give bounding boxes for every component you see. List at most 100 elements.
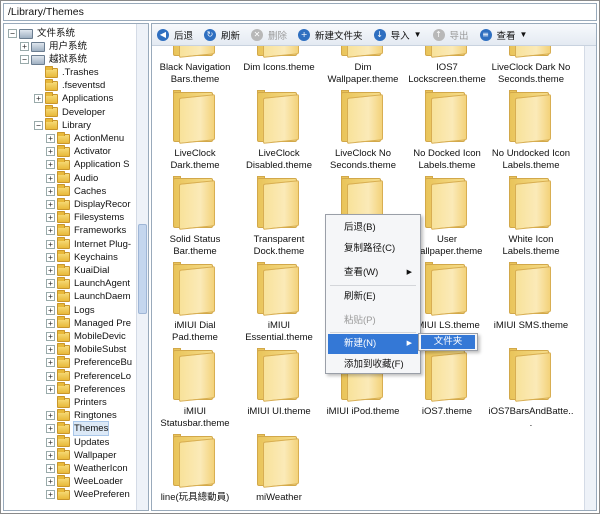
expand-icon[interactable]: + — [46, 345, 55, 355]
menu-back[interactable]: 后退(B) — [328, 218, 418, 238]
tree-jailbreak-system[interactable]: − 越狱系统 — [20, 53, 87, 66]
menu-new[interactable]: 新建(N) ▶ — [328, 334, 418, 354]
expand-icon[interactable]: + — [20, 42, 29, 51]
expand-icon[interactable]: + — [46, 384, 55, 394]
tree-item[interactable]: + WeeLoader — [46, 474, 123, 488]
folder-item[interactable]: line(玩具總動員) — [152, 432, 238, 504]
tree-item[interactable]: − Library — [34, 118, 91, 132]
folder-item[interactable]: LiveClock Dark No Seconds.theme — [488, 46, 574, 86]
folder-item[interactable]: iOS7BarsAndBatte... — [488, 346, 574, 430]
delete-button[interactable]: ✕ 删除 — [248, 25, 295, 45]
expand-icon[interactable]: + — [46, 134, 55, 143]
expand-icon[interactable]: + — [46, 252, 55, 262]
refresh-button[interactable]: ↻ 刷新 — [201, 25, 248, 45]
tree-item[interactable]: + LaunchAgent — [46, 276, 130, 290]
expand-icon[interactable]: + — [46, 239, 55, 249]
tree-item[interactable]: + MobileDevic — [46, 329, 126, 343]
folder-item[interactable]: LiveClock No Seconds.theme — [320, 88, 406, 172]
folder-item[interactable]: Black Navigation Bars.theme — [152, 46, 238, 86]
expand-icon[interactable]: + — [46, 318, 55, 328]
tree-item[interactable]: .fseventsd — [34, 78, 105, 92]
expand-icon[interactable]: + — [46, 279, 55, 289]
expand-icon[interactable]: + — [46, 147, 55, 157]
expand-icon[interactable]: + — [34, 94, 43, 104]
tree-item[interactable]: + Ringtones — [46, 408, 117, 422]
folder-item[interactable]: No Undocked Icon Labels.theme — [488, 88, 574, 172]
folder-item[interactable]: White Icon Labels.theme — [488, 174, 574, 258]
tree-item[interactable]: + Themes — [46, 421, 110, 437]
tree-item[interactable]: + Applications — [34, 91, 113, 105]
expand-icon[interactable]: + — [46, 490, 55, 500]
folder-item[interactable]: No Docked Icon Labels.theme — [404, 88, 490, 172]
view-button[interactable]: ≡ 查看 ▼ — [477, 25, 536, 45]
tree-item[interactable]: + WeatherIcon — [46, 461, 128, 475]
tree-item[interactable]: + Audio — [46, 171, 98, 185]
tree-scrollbar-thumb[interactable] — [138, 224, 147, 314]
tree-scrollbar[interactable] — [136, 24, 148, 510]
tree-item[interactable]: + Filesystems — [46, 210, 124, 224]
menu-paste[interactable]: 粘贴(P) — [328, 311, 418, 331]
tree-item[interactable]: .Trashes — [34, 65, 99, 79]
tree-item[interactable]: Developer — [34, 105, 105, 119]
expand-icon[interactable]: + — [46, 424, 55, 434]
expand-icon[interactable]: + — [46, 226, 55, 236]
menu-refresh[interactable]: 刷新(E) — [328, 287, 418, 307]
tree-item[interactable]: + Managed Pre — [46, 316, 131, 330]
expand-icon[interactable]: + — [46, 464, 55, 473]
folder-item[interactable]: Transparent Dock.theme — [236, 174, 322, 258]
tree-item[interactable]: + LaunchDaem — [46, 289, 131, 303]
expand-icon[interactable]: + — [46, 305, 55, 315]
tree-item[interactable]: + Activator — [46, 144, 111, 158]
folder-item[interactable]: LiveClock Disabled.theme — [236, 88, 322, 172]
tree-item[interactable]: + Caches — [46, 184, 106, 198]
expand-icon[interactable]: + — [46, 160, 55, 170]
tree-item[interactable]: + Logs — [46, 303, 95, 317]
tree-item[interactable]: + DisplayRecor — [46, 197, 131, 211]
expand-icon[interactable]: + — [46, 332, 55, 341]
tree-item[interactable]: + PreferenceBu — [46, 355, 132, 369]
tree-item[interactable]: + Wallpaper — [46, 448, 116, 462]
expand-icon[interactable]: + — [46, 371, 55, 381]
expand-icon[interactable]: + — [46, 200, 55, 209]
menu-view[interactable]: 查看(W) ▶ — [328, 263, 418, 283]
tree-user-system[interactable]: + 用户系统 — [20, 40, 87, 53]
content-scrollbar[interactable] — [584, 46, 596, 510]
tree-item[interactable]: + MobileSubst — [46, 342, 126, 356]
folder-tree[interactable]: − 文件系统 + 用户系统 − 越狱系统 .Trashes .fseventsd +… — [3, 23, 149, 511]
expand-icon[interactable]: + — [46, 450, 55, 460]
tree-item[interactable]: + Keychains — [46, 250, 118, 264]
tree-item[interactable]: + Internet Plug- — [46, 237, 131, 251]
expand-icon[interactable]: + — [46, 186, 55, 196]
tree-item[interactable]: Printers — [46, 395, 107, 409]
folder-item[interactable]: Dim Icons.theme — [236, 46, 322, 74]
menu-add-favorite[interactable]: 添加到收藏(F) — [328, 355, 418, 375]
back-button[interactable]: ◀ 后退 — [154, 25, 201, 45]
tree-item[interactable]: + PreferenceLo — [46, 369, 131, 383]
folder-item[interactable]: iMIUI Statusbar.theme — [152, 346, 238, 430]
folder-item[interactable]: iMIUI Dial Pad.theme — [152, 260, 238, 344]
folder-item[interactable]: miWeather — [236, 432, 322, 504]
folder-item[interactable]: LiveClock Dark.theme — [152, 88, 238, 172]
expand-icon[interactable]: + — [46, 292, 55, 302]
tree-item[interactable]: + ActionMenu — [46, 131, 124, 145]
expand-icon[interactable]: + — [46, 213, 55, 223]
tree-item[interactable]: + Updates — [46, 435, 109, 449]
folder-item[interactable]: iMIUI UI.theme — [236, 346, 322, 418]
folder-item[interactable]: iMIUI Essential.theme — [236, 260, 322, 344]
expand-icon[interactable]: + — [46, 173, 55, 183]
folder-item[interactable]: Dim Wallpaper.theme — [320, 46, 406, 86]
tree-root[interactable]: − 文件系统 — [8, 27, 75, 40]
path-bar[interactable]: /Library/Themes — [3, 3, 597, 21]
submenu-new-folder[interactable]: 文件夹 — [421, 335, 475, 349]
folder-item[interactable]: IOS7 Lockscreen.theme — [404, 46, 490, 86]
tree-item[interactable]: + Application S — [46, 157, 129, 171]
export-button[interactable]: ↑ 导出 — [430, 25, 477, 45]
tree-item[interactable]: + Frameworks — [46, 223, 126, 237]
expand-icon[interactable]: + — [46, 477, 55, 487]
new-folder-button[interactable]: + 新建文件夹 — [295, 25, 371, 45]
tree-item[interactable]: + WeePreferen — [46, 487, 130, 501]
expand-icon[interactable]: + — [46, 266, 55, 275]
tree-item[interactable]: + Preferences — [46, 382, 125, 396]
expand-icon[interactable]: + — [46, 358, 55, 368]
tree-item[interactable]: + KuaiDial — [46, 263, 109, 277]
